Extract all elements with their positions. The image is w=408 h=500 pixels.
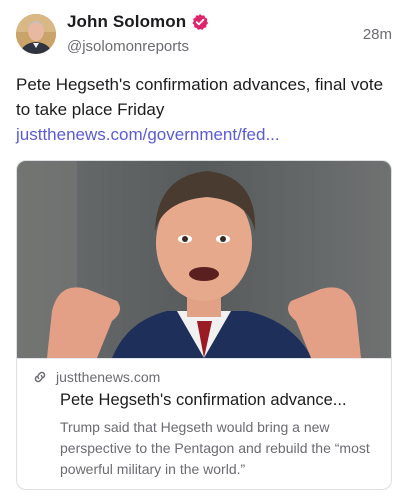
card-body: justthenews.com Pete Hegseth's confirmat…	[17, 358, 391, 477]
link-preview-card[interactable]: justthenews.com Pete Hegseth's confirmat…	[16, 160, 392, 490]
post: John Solomon @jsolomonreports 28m Pete H…	[0, 0, 408, 500]
author-avatar[interactable]	[16, 14, 56, 54]
post-timestamp[interactable]: 28m	[363, 26, 392, 43]
link-icon	[32, 369, 48, 385]
author-handle[interactable]: @jsolomonreports	[67, 38, 189, 55]
card-image[interactable]	[17, 161, 391, 358]
card-title[interactable]: Pete Hegseth's confirmation advance...	[60, 391, 380, 410]
card-description: Trump said that Hegseth would bring a ne…	[60, 419, 370, 477]
post-link[interactable]: justthenews.com/government/fed...	[16, 125, 280, 144]
card-domain: justthenews.com	[56, 369, 161, 385]
post-body: Pete Hegseth's confirmation advances, fi…	[16, 75, 384, 119]
verified-badge-icon	[191, 13, 209, 31]
author-name[interactable]: John Solomon	[67, 12, 186, 32]
card-domain-row: justthenews.com	[32, 369, 160, 385]
author-name-row: John Solomon	[67, 12, 209, 32]
post-text: Pete Hegseth's confirmation advances, fi…	[16, 72, 394, 147]
